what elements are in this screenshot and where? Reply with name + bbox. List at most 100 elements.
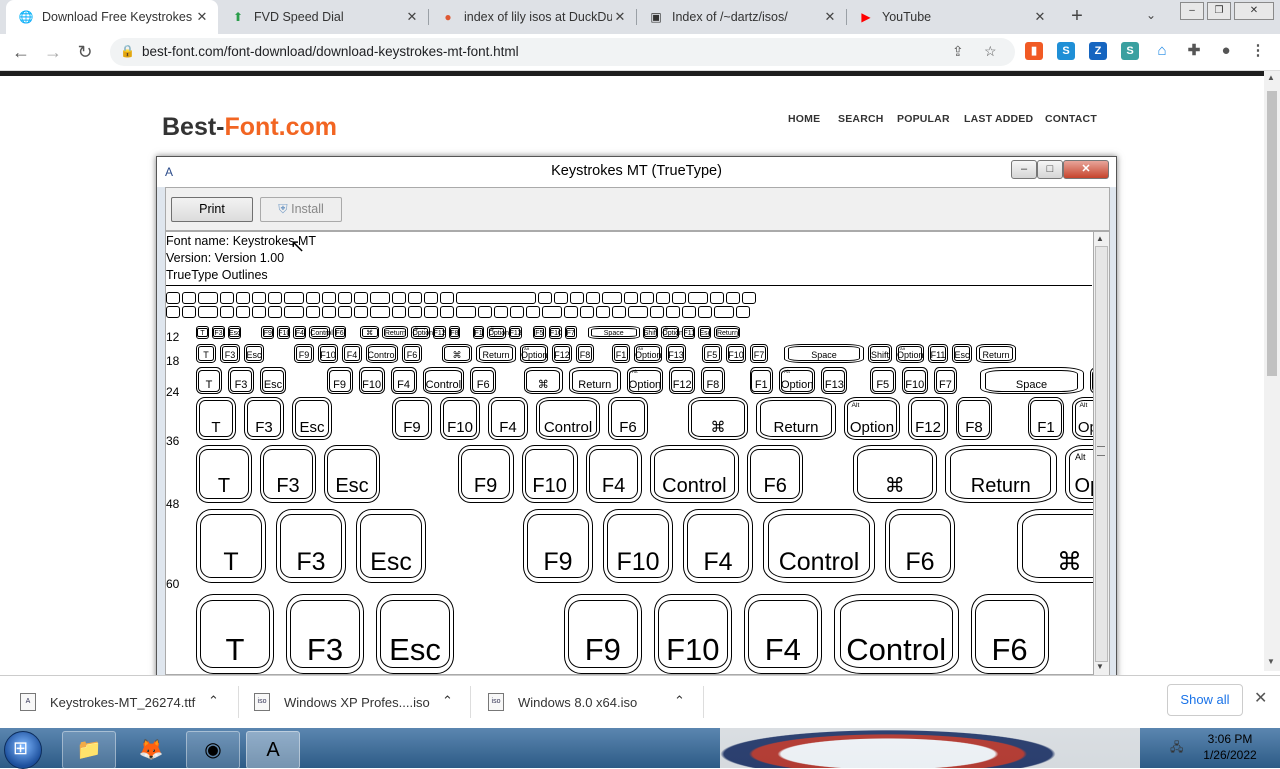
glyph-key: F1 (749, 367, 773, 394)
glyph-key: Alt Option (626, 367, 664, 394)
menu-dots-icon[interactable]: ⋮ (1249, 42, 1267, 60)
close-tab-icon[interactable]: ✕ (404, 9, 420, 25)
download-item-xp[interactable]: iso Windows XP Profes....iso (254, 676, 454, 728)
address-bar[interactable]: 🔒 best-font.com/font-download/download-k… (110, 38, 1015, 66)
start-button[interactable]: ⊞ (4, 731, 42, 769)
speed-dial-icon: ⬆ (232, 10, 244, 24)
viewer-minimize-button[interactable]: – (1011, 160, 1037, 179)
share-icon[interactable]: ⇪ (952, 43, 964, 60)
size-label-48: 48 (166, 497, 180, 511)
size-label-18: 18 (166, 354, 180, 368)
glyph-key: T (196, 344, 216, 363)
glyph-label: F5 (876, 378, 890, 391)
extension-s-icon[interactable]: S (1057, 42, 1075, 60)
extension-z-icon[interactable]: Z (1089, 42, 1107, 60)
forward-button[interactable]: → (42, 41, 64, 63)
extension-home-icon[interactable]: ⌂ (1153, 42, 1171, 60)
close-tab-icon[interactable]: ✕ (822, 9, 838, 25)
download-chevron-icon[interactable]: ⌃ (442, 693, 453, 709)
close-tab-icon[interactable]: ✕ (194, 9, 210, 25)
site-logo[interactable]: Best-Font.com (162, 113, 337, 142)
tiny-glyph (220, 292, 234, 304)
close-tab-icon[interactable]: ✕ (1032, 9, 1048, 25)
glyph-label: F4 (601, 475, 626, 498)
tiny-glyph (456, 292, 536, 304)
glyph-sub-label: Alt (414, 327, 418, 332)
size-label-24: 24 (166, 385, 180, 399)
viewer-maximize-button[interactable]: □ (1037, 160, 1063, 179)
lock-icon: 🔒 (120, 44, 135, 58)
glyph-label: F4 (295, 329, 304, 337)
font-viewer-taskbar-icon[interactable]: A (246, 731, 300, 769)
tiny-glyph (198, 306, 218, 318)
nav-popular[interactable]: POPULAR (897, 113, 950, 125)
explorer-taskbar-icon[interactable]: 📁 (62, 731, 116, 769)
viewer-scroll-down-icon[interactable]: ▼ (1096, 662, 1104, 671)
viewer-scroll-up-icon[interactable]: ▲ (1096, 234, 1104, 243)
download-chevron-icon[interactable]: ⌃ (674, 693, 685, 709)
glyph-key: Esc (324, 445, 380, 503)
glyph-gap (811, 445, 845, 503)
viewer-close-button[interactable]: ✕ (1063, 160, 1109, 179)
download-item-win8[interactable]: iso Windows 8.0 x64.iso (488, 676, 688, 728)
glyph-label: Esc (299, 418, 325, 436)
page-scrollbar[interactable]: ▲ ▼ (1264, 71, 1280, 671)
glyph-gap (598, 344, 608, 363)
downloads-bar: A Keystrokes-MT_26274.ttf ⌃ iso Windows … (0, 675, 1280, 728)
download-separator (238, 686, 239, 718)
download-item-ttf[interactable]: A Keystrokes-MT_26274.ttf (20, 676, 230, 728)
close-downloads-bar-icon[interactable]: ✕ (1254, 688, 1267, 708)
chrome-taskbar-icon[interactable]: ◉ (186, 731, 240, 769)
extension-icon[interactable]: ▮ (1025, 42, 1043, 60)
back-button[interactable]: ← (10, 41, 32, 63)
install-button[interactable]: ⛨ Install (260, 197, 342, 222)
reload-button[interactable]: ↻ (74, 41, 96, 63)
tab-fvd-speed-dial[interactable]: ⬆ FVD Speed Dial ✕ (218, 0, 428, 34)
scroll-up-icon[interactable]: ▲ (1267, 73, 1275, 82)
tab-duckduckgo[interactable]: ● index of lily isos at DuckDuckGo ✕ (428, 0, 636, 34)
network-icon[interactable]: 🖧 (1170, 738, 1183, 759)
glyph-gap (730, 367, 744, 394)
system-clock[interactable]: 3:06 PM 1/26/2022 (1190, 731, 1270, 763)
nav-search[interactable]: SEARCH (838, 113, 884, 125)
glyph-label: Esc (229, 329, 241, 337)
tiny-glyph (478, 306, 492, 318)
glyph-sub-label: Alt (784, 370, 790, 375)
tiny-glyph (220, 306, 234, 318)
print-button[interactable]: Print (171, 197, 253, 222)
bookmark-star-icon[interactable]: ☆ (984, 43, 997, 60)
scroll-down-icon[interactable]: ▼ (1267, 657, 1275, 666)
page-header-bar (0, 71, 1264, 76)
download-name: Keystrokes-MT_26274.ttf (50, 694, 196, 710)
glyph-label: F9 (584, 632, 621, 668)
size-label-36: 36 (166, 434, 180, 448)
glyph-gap (426, 344, 438, 363)
font-viewer-window: A Keystrokes MT (TrueType) – □ ✕ Print ⛨… (156, 156, 1117, 680)
glyph-key: F4 (293, 326, 307, 339)
close-tab-icon[interactable]: ✕ (612, 9, 628, 25)
glyph-key: T (196, 445, 252, 503)
nav-home[interactable]: HOME (788, 113, 820, 125)
puzzle-icon[interactable]: ✚ (1185, 42, 1203, 60)
close-window-button[interactable]: ✕ (1234, 2, 1274, 20)
restore-window-button[interactable]: ❐ (1207, 2, 1231, 20)
new-tab-button[interactable]: + (1066, 6, 1088, 28)
page-scroll-thumb[interactable] (1267, 91, 1277, 376)
viewer-titlebar: A Keystrokes MT (TrueType) – □ ✕ (157, 157, 1116, 187)
glyph-key: F3 (228, 367, 254, 394)
nav-last-added[interactable]: LAST ADDED (964, 113, 1033, 125)
glyph-key: Control (763, 509, 875, 583)
profile-icon[interactable]: ● (1217, 42, 1235, 60)
tab-index-dartz[interactable]: ▣ Index of /~dartz/isos/ ✕ (636, 0, 846, 34)
download-chevron-icon[interactable]: ⌃ (208, 693, 219, 709)
nav-contact[interactable]: CONTACT (1045, 113, 1097, 125)
extension-s2-icon[interactable]: S (1121, 42, 1139, 60)
tiny-glyph (698, 306, 712, 318)
tab-youtube[interactable]: ▶ YouTube ✕ (846, 0, 1056, 34)
tab-download-keystrokes[interactable]: 🌐 Download Free Keystrokes MT ✕ (6, 0, 218, 34)
firefox-taskbar-icon[interactable]: 🦊 (124, 731, 178, 769)
show-all-downloads-button[interactable]: Show all (1167, 684, 1243, 716)
viewer-scrollbar[interactable]: ▲ ▼ (1093, 231, 1110, 677)
tab-search-chevron-icon[interactable]: ⌄ (1146, 8, 1156, 22)
minimize-window-button[interactable]: – (1180, 2, 1204, 20)
